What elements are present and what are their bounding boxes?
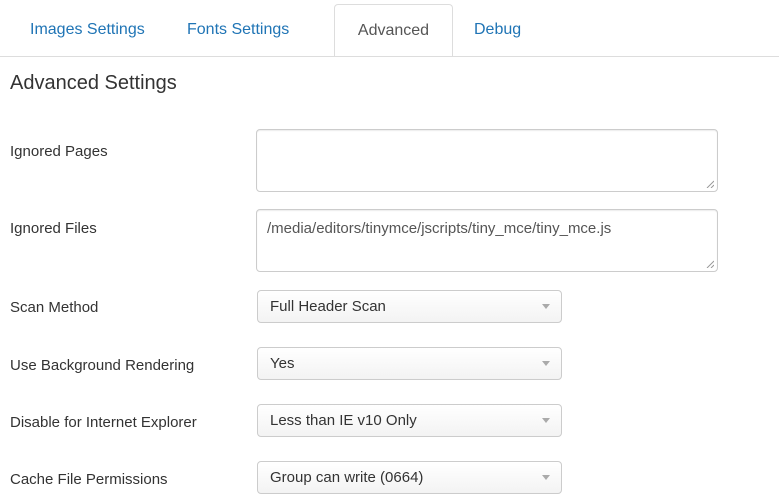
section-title: Advanced Settings: [10, 72, 177, 94]
chevron-down-icon: [542, 304, 550, 309]
ignored-files-textarea[interactable]: /media/editors/tinymce/jscripts/tiny_mce…: [256, 209, 718, 272]
resize-grip-icon[interactable]: [706, 260, 714, 268]
tab-images-settings[interactable]: Images Settings: [30, 13, 145, 57]
tab-bar: Images Settings Fonts Settings Advanced …: [0, 0, 779, 57]
ignored-pages-textarea[interactable]: [256, 129, 718, 192]
resize-grip-icon[interactable]: [706, 180, 714, 188]
disable-ie-label: Disable for Internet Explorer: [10, 414, 197, 431]
ignored-files-label: Ignored Files: [10, 220, 97, 237]
tab-divider: [0, 56, 779, 57]
disable-ie-value: Less than IE v10 Only: [270, 412, 417, 429]
background-rendering-value: Yes: [270, 355, 295, 372]
cache-permissions-value: Group can write (0664): [270, 469, 424, 486]
disable-ie-select[interactable]: Less than IE v10 Only: [257, 404, 562, 437]
background-rendering-label: Use Background Rendering: [10, 357, 195, 374]
tab-fonts-settings[interactable]: Fonts Settings: [187, 13, 289, 57]
scan-method-value: Full Header Scan: [270, 298, 386, 315]
ignored-files-value: /media/editors/tinymce/jscripts/tiny_mce…: [267, 220, 612, 237]
chevron-down-icon: [542, 475, 550, 480]
scan-method-label: Scan Method: [10, 299, 99, 316]
tab-advanced[interactable]: Advanced: [334, 4, 453, 57]
scan-method-select[interactable]: Full Header Scan: [257, 290, 562, 323]
cache-permissions-select[interactable]: Group can write (0664): [257, 461, 562, 494]
chevron-down-icon: [542, 361, 550, 366]
background-rendering-select[interactable]: Yes: [257, 347, 562, 380]
cache-permissions-label: Cache File Permissions: [10, 471, 168, 488]
chevron-down-icon: [542, 418, 550, 423]
tab-debug[interactable]: Debug: [474, 13, 521, 57]
ignored-pages-label: Ignored Pages: [10, 143, 108, 160]
